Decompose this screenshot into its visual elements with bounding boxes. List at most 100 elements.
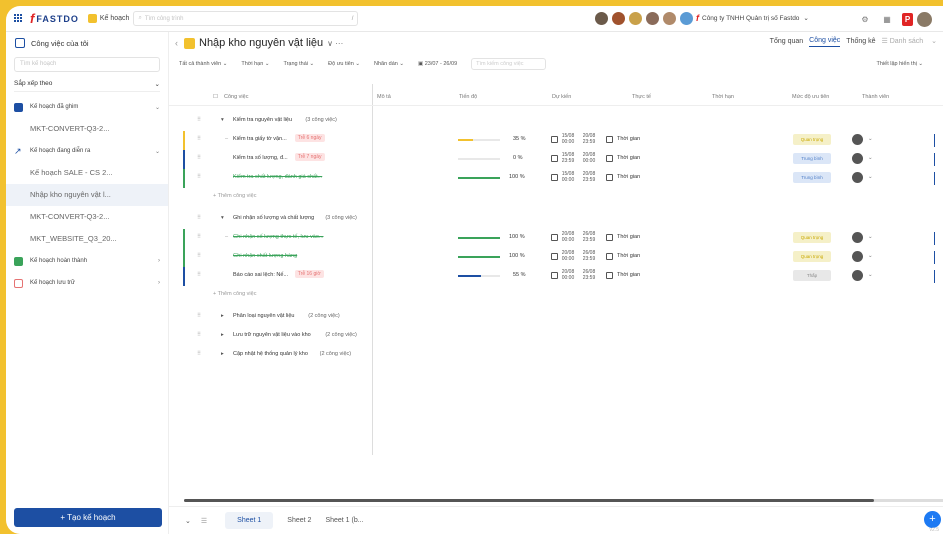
calendar-icon[interactable] [551, 272, 558, 279]
planned-end[interactable]: 26/08 23:59 [581, 231, 597, 243]
planned-start[interactable]: 20/08 00:00 [560, 250, 576, 262]
col-task[interactable]: Công việc [224, 94, 248, 100]
member-avatar[interactable] [852, 134, 863, 145]
chevron-down-icon[interactable]: ⌄ [868, 253, 873, 259]
chevron-down-icon[interactable]: ⌄ [868, 155, 873, 161]
table-row[interactable]: ⠿ Kiểm tra chất lượng, đánh giá chất... 10… [183, 169, 935, 188]
page-title[interactable]: Nhập kho nguyên vật liệu [199, 37, 323, 49]
priority-badge[interactable]: Quan trọng [793, 232, 831, 243]
member-avatar[interactable] [852, 153, 863, 164]
sidebar-plan-item[interactable]: Kế hoạch SALE - CS 2... [6, 162, 168, 184]
actual-time[interactable]: Thời gian [617, 234, 640, 240]
sheet-list-icon[interactable]: ☰ [201, 517, 207, 525]
group-name[interactable]: Kiểm tra nguyên vật liệu [233, 117, 292, 123]
sidebar-plan-item[interactable]: MKT_WEBSITE_Q3_20... [6, 228, 168, 250]
sidebar-plan-item[interactable]: MKT-CONVERT-Q3-2... [6, 206, 168, 228]
chevron-right-icon[interactable]: ▸ [221, 351, 224, 357]
planned-start[interactable]: 15/08 00:00 [560, 133, 576, 145]
task-group-row-collapsed[interactable]: ⠿ ▸ Phân loại nguyên vật liệu (2 công việc) [185, 308, 935, 327]
planned-end[interactable]: 26/08 23:59 [581, 269, 597, 281]
calendar-icon[interactable]: ▦ [880, 15, 894, 24]
current-user-avatar[interactable] [917, 12, 932, 27]
horizontal-scrollbar[interactable] [184, 499, 874, 502]
actual-time[interactable]: Thời gian [617, 253, 640, 259]
drag-handle-icon[interactable]: ⠿ [197, 215, 201, 221]
date-range-filter[interactable]: ▣ 23/07 - 26/09 [418, 61, 457, 67]
planned-start[interactable]: 20/08 00:00 [560, 231, 576, 243]
calendar-icon[interactable] [606, 155, 613, 162]
add-task-button[interactable]: + Thêm công việc [213, 193, 256, 199]
user-avatar[interactable] [628, 11, 643, 26]
group-name[interactable]: Phân loại nguyên vật liệu [233, 313, 294, 319]
col-members[interactable]: Thành viên [862, 94, 889, 100]
sidebar-plan-item-active[interactable]: Nhập kho nguyên vật l... [6, 184, 168, 206]
actual-time[interactable]: Thời gian [617, 272, 640, 278]
calendar-icon[interactable] [606, 272, 613, 279]
sidebar-plan-item[interactable]: MKT-CONVERT-Q3-2... [6, 118, 168, 140]
chevron-down-icon[interactable]: ⌄ [868, 136, 873, 142]
col-actual[interactable]: Thực tế [632, 94, 651, 100]
p-badge-icon[interactable]: P [902, 13, 913, 26]
sidebar-my-tasks[interactable]: Công việc của tôi [6, 32, 168, 54]
drag-handle-icon[interactable]: ⠿ [197, 234, 201, 240]
task-search-input[interactable]: Tìm kiếm công việc [471, 58, 547, 70]
app-grid-icon[interactable] [14, 14, 23, 23]
user-avatar[interactable] [645, 11, 660, 26]
user-avatar[interactable] [594, 11, 609, 26]
drag-handle-icon[interactable]: ⠿ [197, 136, 201, 142]
member-avatar[interactable] [852, 251, 863, 262]
sidebar-group-ongoing[interactable]: ↗ Kế hoạch đang diễn ra ⌄ [6, 140, 168, 162]
priority-badge[interactable]: Trung bình [793, 153, 831, 164]
actual-time[interactable]: Thời gian [617, 174, 640, 180]
filter-priority[interactable]: Độ ưu tiên ⌄ [328, 61, 360, 67]
task-name[interactable]: Ghi nhận chất lượng hàng [233, 253, 297, 259]
chevron-down-icon[interactable]: ⌄ [868, 174, 873, 180]
planned-start[interactable]: 15/08 23:59 [560, 152, 576, 164]
sheet-tab[interactable]: Sheet 1 (b... [325, 517, 363, 524]
drag-handle-icon[interactable]: ⠿ [197, 332, 201, 338]
col-deadline[interactable]: Thời hạn [712, 94, 734, 100]
sidebar-group-completed[interactable]: Kế hoạch hoàn thành › [6, 250, 168, 272]
app-switcher[interactable]: Kế hoạch [87, 14, 129, 23]
task-group-row-collapsed[interactable]: ⠿ ▸ Lưu trữ nguyên vật liệu vào kho (2 công… [185, 327, 935, 346]
user-avatar[interactable] [611, 11, 626, 26]
drag-handle-icon[interactable]: ⠿ [197, 351, 201, 357]
task-name[interactable]: Ghi nhận số lượng thực tế, lưu vào... [233, 234, 323, 240]
calendar-icon[interactable] [606, 174, 613, 181]
planned-end[interactable]: 20/08 23:59 [581, 171, 597, 183]
group-name[interactable]: Cập nhật hệ thống quản lý kho [233, 351, 308, 357]
collapse-icon[interactable]: – [225, 234, 228, 240]
sheet-tab[interactable]: Sheet 1 [225, 512, 274, 529]
drag-handle-icon[interactable]: ⠿ [197, 313, 201, 319]
drag-handle-icon[interactable]: ⠿ [197, 174, 201, 180]
calendar-icon[interactable] [551, 174, 558, 181]
sidebar-group-pinned[interactable]: Kế hoạch đã ghim ⌄ [6, 96, 168, 118]
user-avatar[interactable] [662, 11, 677, 26]
task-name[interactable]: Kiểm tra chất lượng, đánh giá chất... [233, 174, 322, 180]
task-name[interactable]: Kiểm tra giấy tờ vận... [233, 136, 287, 142]
table-row[interactable]: ⠿ Báo cáo sai lệch: Nế... Trễ 16 giờ 55 % 20… [183, 267, 935, 286]
list-view-toggle[interactable]: ☰ Danh sách ⌄ [881, 37, 937, 47]
chevron-down-icon[interactable]: ▾ [221, 117, 224, 123]
settings-icon[interactable]: ⚙ [858, 15, 872, 24]
calendar-icon[interactable] [551, 253, 558, 260]
user-avatar[interactable] [679, 11, 694, 26]
calendar-icon[interactable] [551, 136, 558, 143]
filter-members[interactable]: Tất cả thành viên ⌄ [179, 61, 227, 67]
drag-handle-icon[interactable]: ⠿ [197, 272, 201, 278]
filter-tags[interactable]: Nhãn dán ⌄ [374, 61, 404, 67]
create-plan-button[interactable]: + Tạo kế hoạch [14, 508, 162, 527]
sort-dropdown[interactable]: Sắp xếp theo ⌄ [14, 76, 160, 92]
member-avatar[interactable] [852, 172, 863, 183]
actual-time[interactable]: Thời gian [617, 155, 640, 161]
chevron-down-icon[interactable]: ⌄ [868, 272, 873, 278]
select-all-checkbox[interactable]: ☐ [213, 94, 218, 100]
table-row[interactable]: ⠿ Kiểm tra số lượng, đ... Trễ 7 ngày 0 % 15/… [183, 150, 935, 169]
planned-start[interactable]: 20/08 00:00 [560, 269, 576, 281]
chevron-down-icon[interactable]: ⌄ [868, 234, 873, 240]
table-row[interactable]: ⠿ Ghi nhận chất lượng hàng 100 % 20/08 00:0… [183, 248, 935, 267]
task-name[interactable]: Báo cáo sai lệch: Nế... [233, 272, 288, 278]
member-avatar[interactable] [852, 270, 863, 281]
collapse-sidebar-icon[interactable]: ‹ [175, 38, 178, 48]
col-description[interactable]: Mô tả [377, 94, 391, 100]
